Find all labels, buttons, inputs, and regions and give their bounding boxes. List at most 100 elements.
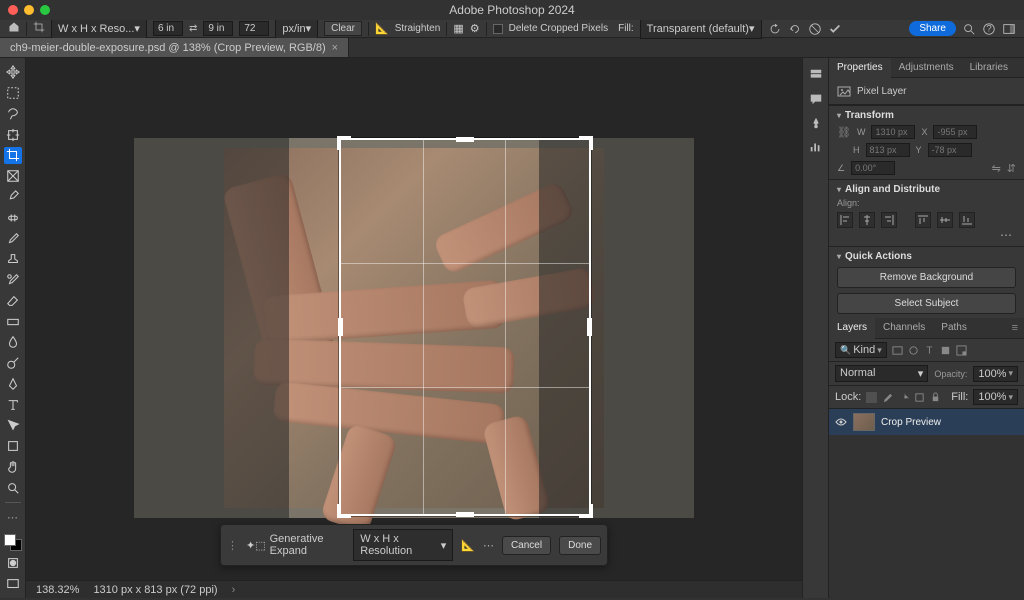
fill-opacity-field[interactable]: 100%▾ (973, 389, 1018, 405)
tab-layers[interactable]: Layers (829, 318, 875, 339)
panel-menu-icon[interactable]: ≡ (1006, 318, 1024, 338)
resolution-unit-select[interactable]: px/in▾ (275, 18, 318, 39)
tab-properties[interactable]: Properties (829, 58, 891, 78)
clear-button[interactable]: Clear (324, 21, 362, 36)
straighten-icon[interactable]: 📐 (461, 539, 475, 552)
width-field[interactable]: 1310 px (871, 125, 915, 139)
blend-mode-select[interactable]: Normal▾ (835, 365, 928, 382)
color-swatches[interactable] (4, 534, 22, 551)
screen-mode[interactable] (4, 575, 22, 592)
height-field[interactable]: 813 px (866, 143, 910, 157)
edit-toolbar[interactable]: ⋯ (4, 509, 22, 526)
cancel-crop-icon[interactable] (808, 22, 822, 36)
select-subject-button[interactable]: Select Subject (837, 293, 1016, 314)
align-bottom-button[interactable] (959, 212, 975, 228)
swap-dimensions-icon[interactable]: ⇄ (189, 23, 197, 34)
layer-row[interactable]: Crop Preview (829, 409, 1024, 435)
marquee-tool[interactable] (4, 85, 22, 102)
angle-field[interactable]: 0.00° (851, 161, 895, 175)
filter-type-icon[interactable]: T (924, 345, 935, 356)
align-right-button[interactable] (881, 212, 897, 228)
tab-paths[interactable]: Paths (933, 318, 975, 338)
filter-kind-select[interactable]: 🔍Kind▾ (835, 342, 887, 358)
drag-handle-icon[interactable]: ⋮ (227, 539, 238, 552)
minimize-window-icon[interactable] (24, 5, 34, 15)
help-icon[interactable]: ? (982, 22, 996, 36)
healing-tool[interactable] (4, 209, 22, 226)
layer-thumbnail[interactable] (853, 413, 875, 431)
crop-handle-sw[interactable] (337, 504, 351, 518)
crop-settings-icon[interactable]: ⚙ (470, 22, 480, 35)
panel-icon[interactable] (809, 68, 823, 82)
lasso-tool[interactable] (4, 106, 22, 123)
hand-tool[interactable] (4, 459, 22, 476)
selection-tool[interactable] (4, 126, 22, 143)
flip-horizontal-icon[interactable]: ⇋ (992, 162, 1001, 175)
done-button[interactable]: Done (559, 536, 601, 555)
eraser-tool[interactable] (4, 292, 22, 309)
crop-handle-se[interactable] (579, 504, 593, 518)
align-hcenter-button[interactable] (859, 212, 875, 228)
crop-handle-n[interactable] (456, 137, 474, 142)
align-vcenter-button[interactable] (937, 212, 953, 228)
workspace-icon[interactable] (1002, 22, 1016, 36)
opacity-field[interactable]: 100%▾ (973, 366, 1018, 382)
crop-handle-w[interactable] (338, 318, 343, 336)
zoom-tool[interactable] (4, 479, 22, 496)
crop-handle-nw[interactable] (337, 136, 351, 150)
path-tool[interactable] (4, 417, 22, 434)
delete-cropped-checkbox[interactable] (493, 24, 503, 34)
window-controls[interactable] (8, 5, 50, 15)
status-chevron-icon[interactable]: › (232, 584, 236, 596)
shape-tool[interactable] (4, 438, 22, 455)
lock-pixels-icon[interactable] (882, 392, 893, 403)
zoom-level[interactable]: 138.32% (36, 584, 79, 596)
crop-handle-s[interactable] (456, 512, 474, 517)
overlay-options-icon[interactable]: ▦ (453, 22, 463, 35)
generative-expand-button[interactable]: ✦⬚Generative Expand (246, 533, 345, 557)
comments-icon[interactable] (809, 92, 823, 106)
crop-preset-select[interactable]: W x H x Reso...▾ (51, 18, 147, 39)
lock-position-icon[interactable] (898, 392, 909, 403)
search-icon[interactable] (962, 22, 976, 36)
align-left-button[interactable] (837, 212, 853, 228)
crop-rectangle[interactable] (339, 138, 591, 516)
history-brush-tool[interactable] (4, 272, 22, 289)
close-window-icon[interactable] (8, 5, 18, 15)
crop-preset-select-ctx[interactable]: W x H x Resolution▾ (353, 529, 453, 561)
document-dimensions[interactable]: 1310 px x 813 px (72 ppi) (93, 584, 217, 596)
flip-vertical-icon[interactable]: ⇵ (1007, 162, 1016, 175)
commit-crop-icon[interactable] (828, 22, 842, 36)
crop-handle-ne[interactable] (579, 136, 593, 150)
crop-width-field[interactable]: 6 in (153, 21, 183, 36)
align-section-header[interactable]: Align and Distribute (837, 184, 1016, 195)
lock-all-icon[interactable] (930, 392, 941, 403)
dodge-tool[interactable] (4, 355, 22, 372)
histogram-icon[interactable] (809, 140, 823, 154)
tab-adjustments[interactable]: Adjustments (891, 58, 962, 77)
straighten-icon[interactable]: 📐 (375, 22, 389, 35)
type-tool[interactable] (4, 396, 22, 413)
filter-smart-icon[interactable] (956, 345, 967, 356)
foreground-color[interactable] (4, 534, 16, 546)
more-options-icon[interactable]: ⋯ (837, 228, 1016, 242)
eyedropper-tool[interactable] (4, 189, 22, 206)
transform-section-header[interactable]: Transform (837, 110, 1016, 121)
frame-tool[interactable] (4, 168, 22, 185)
filter-adjustment-icon[interactable] (908, 345, 919, 356)
stamp-tool[interactable] (4, 251, 22, 268)
maximize-window-icon[interactable] (40, 5, 50, 15)
fill-select[interactable]: Transparent (default)▾ (640, 18, 762, 39)
crop-handle-e[interactable] (587, 318, 592, 336)
home-icon[interactable] (8, 21, 20, 36)
tab-channels[interactable]: Channels (875, 318, 933, 338)
close-tab-icon[interactable]: × (332, 42, 338, 54)
blur-tool[interactable] (4, 334, 22, 351)
quick-mask-toggle[interactable] (4, 555, 22, 572)
y-field[interactable]: -78 px (928, 143, 972, 157)
move-tool[interactable] (4, 64, 22, 81)
lock-transparent-icon[interactable] (866, 392, 877, 403)
gradient-tool[interactable] (4, 313, 22, 330)
canvas[interactable]: ⋮ ✦⬚Generative Expand W x H x Resolution… (26, 58, 802, 598)
layer-name-label[interactable]: Crop Preview (881, 417, 941, 428)
